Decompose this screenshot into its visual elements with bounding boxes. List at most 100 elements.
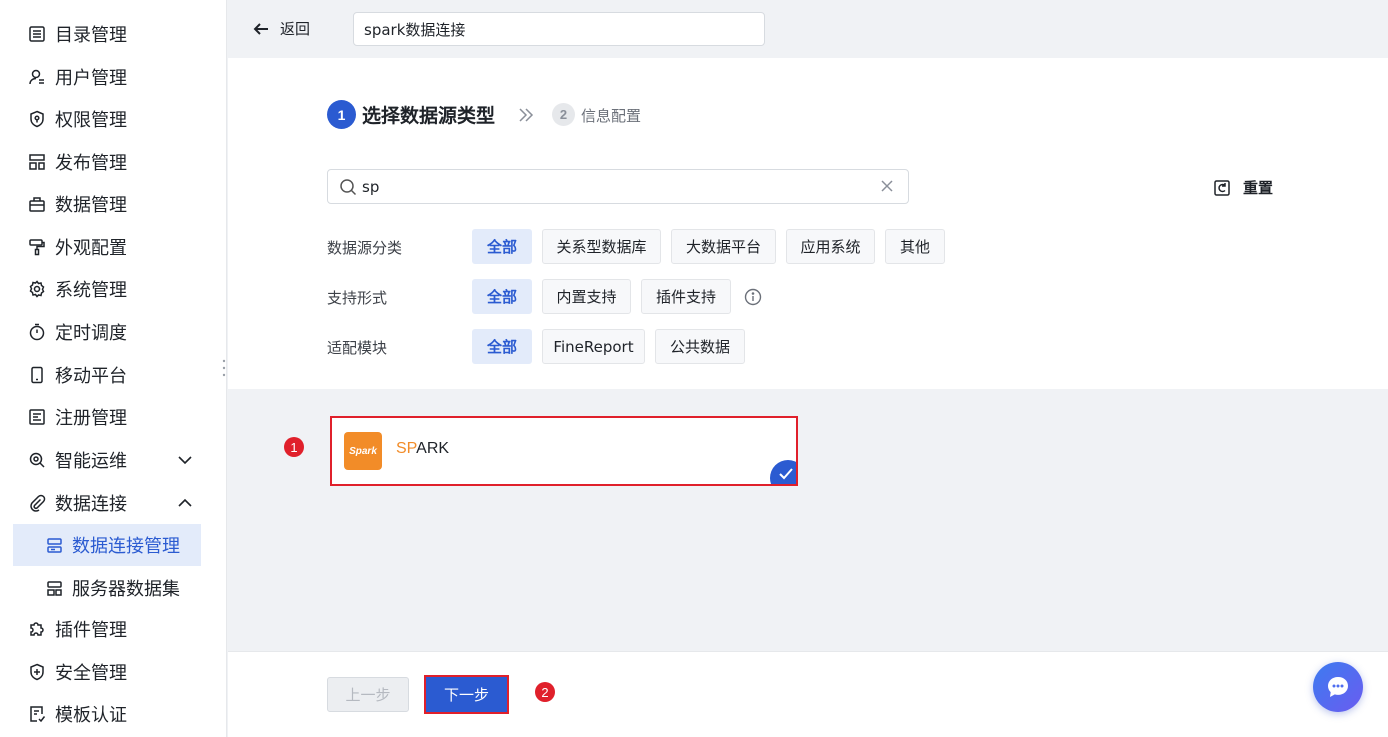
sidebar-item-label: 定时调度 (55, 323, 127, 344)
step2-number: 2 (552, 103, 575, 126)
sidebar-subitem-label: 服务器数据集 (72, 579, 180, 600)
datasource-card-title: SPARK (396, 440, 449, 458)
sidebar-item-label: 权限管理 (55, 110, 127, 131)
filter-label-support: 支持形式 (327, 289, 388, 307)
sidebar-item-plugins[interactable]: 插件管理 (0, 609, 227, 649)
reset-label: 重置 (1243, 179, 1274, 197)
sidebar-item-label: 数据连接 (55, 494, 127, 515)
chevron-down-icon[interactable] (177, 452, 193, 468)
publish-icon (28, 153, 46, 171)
ops-icon (28, 451, 46, 469)
sidebar-item-mobile[interactable]: 移动平台 (0, 355, 227, 395)
certificate-icon (28, 705, 46, 723)
chip-category-other[interactable]: 其他 (885, 229, 945, 264)
filter-label-category: 数据源分类 (327, 239, 403, 257)
chevron-up-icon[interactable] (177, 495, 193, 511)
datasource-card-spark[interactable]: Spark SPARK (330, 416, 798, 486)
gear-icon (28, 280, 46, 298)
title-rest: ARK (416, 440, 450, 457)
title-highlight: SP (396, 440, 417, 457)
mobile-icon (28, 366, 46, 384)
double-chevron-right-icon (519, 108, 534, 122)
annotation-marker-2: 2 (535, 682, 555, 702)
list-icon (28, 25, 46, 43)
sidebar-item-label: 智能运维 (55, 451, 127, 472)
sidebar-item-label: 安全管理 (55, 663, 127, 684)
chat-assistant-button[interactable] (1313, 662, 1363, 712)
sidebar-item-label: 系统管理 (55, 280, 127, 301)
sidebar: 目录管理 用户管理 权限管理 发布管理 数据管理 外观配置 系统管理 定时调度 … (0, 0, 227, 737)
chat-icon (1328, 677, 1348, 697)
chip-module-all[interactable]: 全部 (472, 329, 532, 364)
info-icon[interactable] (744, 288, 762, 306)
chip-category-bigdata[interactable]: 大数据平台 (671, 229, 776, 264)
sidebar-item-permissions[interactable]: 权限管理 (0, 99, 227, 139)
sidebar-item-system[interactable]: 系统管理 (0, 269, 227, 309)
clear-icon[interactable] (879, 178, 895, 194)
dataset-icon (46, 580, 63, 597)
user-icon (28, 68, 46, 86)
back-label: 返回 (280, 20, 311, 38)
back-button[interactable]: 返回 (252, 18, 310, 39)
reset-button[interactable]: 重置 (1213, 177, 1273, 198)
arrow-left-icon (253, 22, 268, 35)
selected-check-badge (770, 460, 796, 484)
sidebar-item-schedule[interactable]: 定时调度 (0, 312, 227, 352)
chip-support-plugin[interactable]: 插件支持 (641, 279, 731, 314)
sidebar-item-smart-ops[interactable]: 智能运维 (0, 440, 227, 480)
check-icon (779, 468, 793, 480)
prev-step-button[interactable]: 上一步 (327, 677, 409, 712)
chip-support-all[interactable]: 全部 (472, 279, 532, 314)
next-step-button[interactable]: 下一步 (424, 675, 509, 714)
sidebar-item-register[interactable]: 注册管理 (0, 397, 227, 437)
sidebar-item-label: 发布管理 (55, 153, 127, 174)
next-step-label: 下一步 (443, 686, 489, 704)
search-box[interactable] (327, 169, 909, 204)
server-icon (46, 537, 63, 554)
connection-name-input[interactable] (353, 12, 765, 46)
sidebar-item-label: 外观配置 (55, 238, 127, 259)
sidebar-subitem-connection-management[interactable]: 数据连接管理 (13, 524, 201, 566)
sidebar-item-users[interactable]: 用户管理 (0, 57, 227, 97)
shield-lock-icon (28, 110, 46, 128)
step1-label: 选择数据源类型 (362, 105, 496, 127)
search-input[interactable] (362, 174, 862, 200)
chip-category-relational[interactable]: 关系型数据库 (542, 229, 661, 264)
reset-icon (1214, 179, 1230, 196)
spark-logo-text: Spark (349, 445, 377, 457)
timer-icon (28, 323, 46, 341)
sidebar-item-security[interactable]: 安全管理 (0, 652, 227, 692)
search-icon (340, 179, 357, 196)
spark-logo: Spark (344, 432, 382, 470)
filter-label-module: 适配模块 (327, 339, 388, 357)
sidebar-item-label: 模板认证 (55, 705, 127, 726)
step1-number: 1 (327, 100, 356, 129)
sidebar-item-label: 用户管理 (55, 68, 127, 89)
sidebar-item-appearance[interactable]: 外观配置 (0, 227, 227, 267)
chip-category-all[interactable]: 全部 (472, 229, 532, 264)
annotation-marker-1: 1 (284, 437, 304, 457)
sidebar-item-template-cert[interactable]: 模板认证 (0, 694, 227, 734)
sidebar-item-label: 目录管理 (55, 25, 127, 46)
paint-roller-icon (28, 238, 46, 256)
chip-support-builtin[interactable]: 内置支持 (542, 279, 631, 314)
sidebar-item-data[interactable]: 数据管理 (0, 184, 227, 224)
sidebar-subitem-label: 数据连接管理 (72, 536, 180, 557)
sidebar-item-label: 注册管理 (55, 408, 127, 429)
sidebar-item-data-connection[interactable]: 数据连接 (0, 483, 227, 523)
paperclip-icon (28, 494, 46, 512)
sidebar-item-label: 移动平台 (55, 366, 127, 387)
sidebar-item-catalog[interactable]: 目录管理 (0, 14, 227, 54)
shield-plus-icon (28, 663, 46, 681)
step2-label: 信息配置 (581, 107, 642, 125)
chip-module-public-data[interactable]: 公共数据 (655, 329, 745, 364)
chip-module-finereport[interactable]: FineReport (542, 329, 645, 364)
puzzle-icon (28, 620, 46, 638)
register-icon (28, 408, 46, 426)
chip-category-application[interactable]: 应用系统 (786, 229, 875, 264)
database-box-icon (28, 195, 46, 213)
sidebar-item-publish[interactable]: 发布管理 (0, 142, 227, 182)
sidebar-item-label: 插件管理 (55, 620, 127, 641)
sidebar-item-label: 数据管理 (55, 195, 127, 216)
sidebar-subitem-server-dataset[interactable]: 服务器数据集 (13, 567, 201, 609)
